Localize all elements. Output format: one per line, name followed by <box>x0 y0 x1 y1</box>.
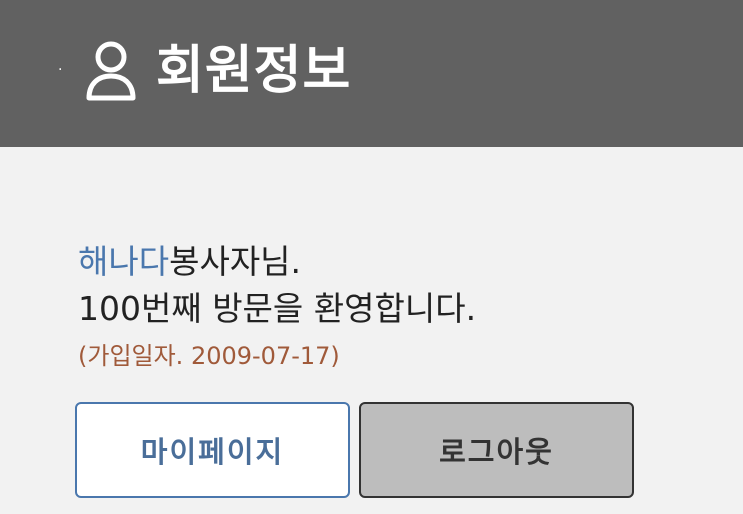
page-title: 회원정보 <box>156 41 352 101</box>
member-info-panel: · 회원정보 해나다봉사자님. 100번째 방문을 환영합니다. (가입일자. … <box>0 0 743 514</box>
greeting-line: 해나다봉사자님. <box>78 240 301 284</box>
logout-button[interactable]: 로그아웃 <box>359 402 634 498</box>
member-name: 해나다 <box>78 242 170 281</box>
user-icon <box>86 41 136 101</box>
mypage-button[interactable]: 마이페이지 <box>75 402 350 498</box>
header-bullet: · <box>58 62 63 78</box>
member-info-header: · 회원정보 <box>0 0 743 147</box>
visit-welcome-text: 100번째 방문을 환영합니다. <box>78 289 477 328</box>
member-suffix: 봉사자님. <box>169 242 302 281</box>
join-date-text: (가입일자. 2009-07-17) <box>78 342 340 370</box>
